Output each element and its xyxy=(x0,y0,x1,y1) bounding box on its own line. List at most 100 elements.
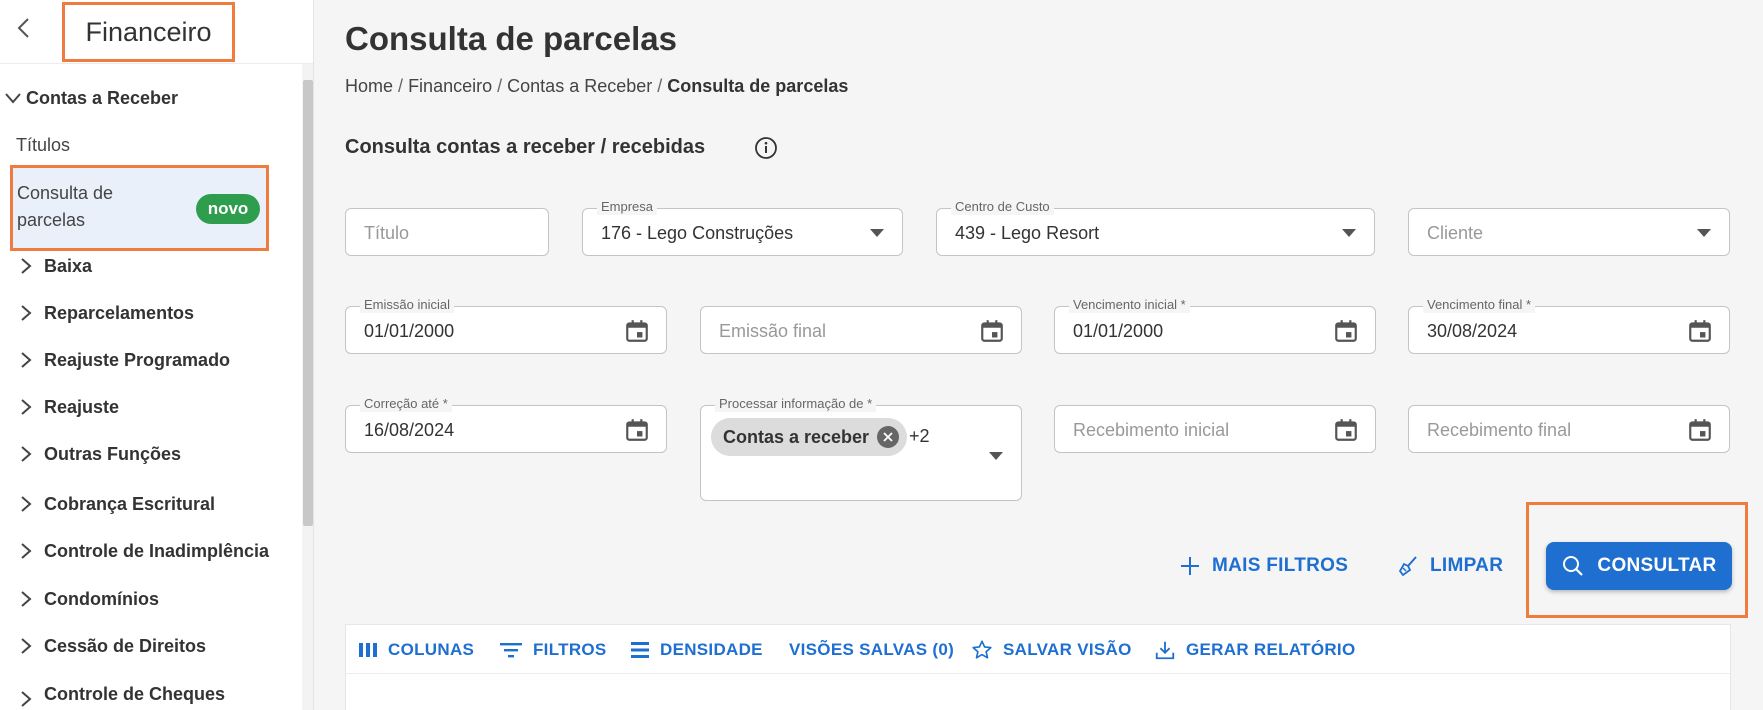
chevron-right-icon xyxy=(21,258,32,274)
sidebar-item-cessao-de-direitos[interactable]: Cessão de Direitos xyxy=(20,632,206,660)
vencimento-inicial-field[interactable]: Vencimento inicial * 01/01/2000 xyxy=(1054,297,1376,354)
columns-icon xyxy=(359,643,377,657)
recebimento-final-placeholder: Recebimento final xyxy=(1427,420,1572,440)
calendar-icon[interactable] xyxy=(1687,318,1713,344)
calendar-icon[interactable] xyxy=(1687,417,1713,443)
mais-filtros-button[interactable]: MAIS FILTROS xyxy=(1178,548,1348,584)
grid-toolbar: COLUNAS FILTROS DENSIDADE VISÕES SALVAS … xyxy=(345,624,1731,710)
gerar-relatorio-button[interactable]: GERAR RELATÓRIO xyxy=(1154,637,1355,663)
cliente-placeholder: Cliente xyxy=(1427,223,1484,243)
sidebar-scrollbar[interactable] xyxy=(303,80,313,526)
emissao-final-field[interactable]: Emissão final xyxy=(700,306,1022,354)
colunas-button[interactable]: COLUNAS xyxy=(358,637,474,663)
info-icon[interactable] xyxy=(754,136,778,160)
sidebar-item-reajuste-programado[interactable]: Reajuste Programado xyxy=(20,346,230,374)
consultar-button[interactable]: CONSULTAR xyxy=(1546,542,1732,590)
sidebar-item-baixa[interactable]: Baixa xyxy=(20,252,92,280)
vencimento-final-label: Vencimento final * xyxy=(1423,297,1536,313)
emissao-final-placeholder: Emissão final xyxy=(719,321,827,341)
dropdown-caret-icon xyxy=(1697,229,1711,237)
sidebar-item-controle-de-cheques[interactable]: Controle de Cheques xyxy=(20,680,225,708)
sidebar-item-controle-de-inadimplencia[interactable]: Controle de Inadimplência xyxy=(20,537,269,565)
titulo-field[interactable]: Título xyxy=(345,208,549,256)
back-button[interactable] xyxy=(10,14,38,42)
dropdown-caret-icon xyxy=(1342,229,1356,237)
chevron-right-icon xyxy=(21,543,32,559)
emissao-inicial-value: 01/01/2000 xyxy=(364,321,455,341)
sidebar-item-titulos[interactable]: Títulos xyxy=(16,135,70,156)
sidebar-item-label: Baixa xyxy=(44,255,93,276)
density-icon xyxy=(631,642,649,658)
selected-chip: Contas a receber xyxy=(711,418,908,456)
star-icon xyxy=(972,640,992,659)
chevron-right-icon xyxy=(21,496,32,512)
mais-filtros-label: MAIS FILTROS xyxy=(1212,555,1349,576)
more-selected-count: +2 xyxy=(909,426,930,446)
plus-icon xyxy=(1181,557,1199,575)
chevron-right-icon xyxy=(21,638,32,654)
processar-informacao-select[interactable]: Processar informação de * Contas a receb… xyxy=(700,396,1022,501)
toolbar-divider xyxy=(346,673,1730,674)
sidebar-item-reparcelamentos[interactable]: Reparcelamentos xyxy=(20,299,194,327)
correcao-ate-field[interactable]: Correção até * 16/08/2024 xyxy=(345,396,667,453)
sidebar-group-contas-a-receber[interactable]: Contas a Receber xyxy=(0,82,178,114)
processar-informacao-label: Processar informação de * xyxy=(715,396,877,412)
broom-icon xyxy=(1398,556,1417,577)
densidade-button[interactable]: DENSIDADE xyxy=(630,637,763,663)
limpar-button[interactable]: LIMPAR xyxy=(1396,548,1503,584)
gerar-relatorio-label: GERAR RELATÓRIO xyxy=(1186,640,1356,659)
chip-remove-icon[interactable] xyxy=(877,426,900,448)
sidebar-item-label: Reajuste Programado xyxy=(44,349,231,370)
calendar-icon[interactable] xyxy=(624,417,650,443)
filtros-label: FILTROS xyxy=(533,640,607,659)
densidade-label: DENSIDADE xyxy=(660,640,763,659)
sidebar-item-condominios[interactable]: Condomínios xyxy=(20,585,159,613)
emissao-inicial-field[interactable]: Emissão inicial 01/01/2000 xyxy=(345,297,667,354)
breadcrumb-current: Consulta de parcelas xyxy=(667,76,849,96)
chevron-right-icon xyxy=(21,399,32,415)
salvar-visao-label: SALVAR VISÃO xyxy=(1003,640,1132,659)
sidebar-item-reajuste[interactable]: Reajuste xyxy=(20,393,119,421)
chevron-right-icon xyxy=(21,305,32,321)
chevron-left-icon xyxy=(17,18,29,38)
vencimento-final-field[interactable]: Vencimento final * 30/08/2024 xyxy=(1408,297,1730,354)
calendar-icon[interactable] xyxy=(1333,417,1359,443)
breadcrumb-contas-a-receber[interactable]: Contas a Receber xyxy=(507,76,652,97)
recebimento-final-field[interactable]: Recebimento final xyxy=(1408,405,1730,453)
colunas-label: COLUNAS xyxy=(388,640,475,659)
sidebar-item-label: Reparcelamentos xyxy=(44,302,195,323)
sidebar-item-label: Cobrança Escritural xyxy=(44,493,216,514)
consultar-label: CONSULTAR xyxy=(1597,555,1717,576)
search-icon xyxy=(1563,556,1584,576)
centro-de-custo-select[interactable]: Centro de Custo 439 - Lego Resort xyxy=(936,199,1375,256)
filtros-button[interactable]: FILTROS xyxy=(499,637,607,663)
page-title: Consulta de parcelas xyxy=(345,20,677,57)
download-icon xyxy=(1155,641,1175,660)
visoes-salvas-button[interactable]: VISÕES SALVAS (0) xyxy=(789,637,954,663)
sidebar-item-label: Controle de Cheques xyxy=(44,683,226,704)
breadcrumb-home[interactable]: Home xyxy=(345,76,393,97)
titulo-placeholder: Título xyxy=(364,223,410,243)
chip-label: Contas a receber xyxy=(723,426,870,447)
module-title: Financeiro xyxy=(62,2,235,62)
sidebar-item-outras-funcoes[interactable]: Outras Funções xyxy=(20,440,181,468)
recebimento-inicial-field[interactable]: Recebimento inicial xyxy=(1054,405,1376,453)
vencimento-final-value: 30/08/2024 xyxy=(1427,321,1518,341)
sidebar-item-label: Consulta de parcelas xyxy=(17,183,114,230)
sidebar-item-cobranca-escritural[interactable]: Cobrança Escritural xyxy=(20,490,215,518)
calendar-icon[interactable] xyxy=(979,318,1005,344)
calendar-icon[interactable] xyxy=(624,318,650,344)
new-badge: novo xyxy=(196,194,260,224)
breadcrumb-financeiro[interactable]: Financeiro xyxy=(408,76,492,97)
salvar-visao-button[interactable]: SALVAR VISÃO xyxy=(971,637,1132,663)
calendar-icon[interactable] xyxy=(1333,318,1359,344)
sidebar-item-label: Reajuste xyxy=(44,396,120,417)
sidebar-header: Financeiro xyxy=(0,0,313,64)
centro-de-custo-label: Centro de Custo xyxy=(951,199,1054,215)
sidebar-item-consulta-de-parcelas[interactable]: Consulta de parcelas novo xyxy=(10,165,269,251)
filter-icon xyxy=(500,643,522,658)
cliente-select[interactable]: Cliente xyxy=(1408,208,1730,256)
visoes-salvas-label: VISÕES SALVAS (0) xyxy=(789,640,955,659)
empresa-select[interactable]: Empresa 176 - Lego Construções xyxy=(582,199,903,256)
recebimento-inicial-placeholder: Recebimento inicial xyxy=(1073,420,1230,440)
